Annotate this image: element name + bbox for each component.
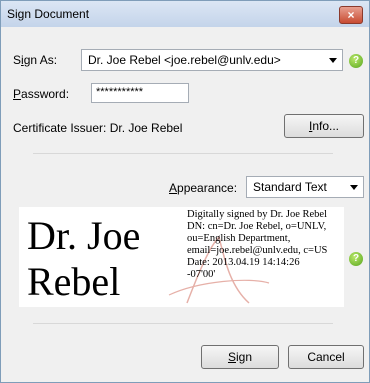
signature-detail-line: email=joe.rebel@unlv.edu, c=US <box>187 245 328 256</box>
signature-details: Digitally signed by Dr. Joe Rebel DN: cn… <box>187 209 343 281</box>
signature-detail-line: ou=English Department, <box>187 233 291 244</box>
signature-preview: Dr. Joe Rebel Digitally signed by Dr. Jo… <box>19 207 344 307</box>
sign-button-accelerator: S <box>227 350 236 364</box>
sign-document-dialog: Sign Document × Sign As: Dr. Joe Rebel <… <box>0 0 370 383</box>
appearance-label-accelerator: A <box>169 181 178 195</box>
appearance-label: Appearance: <box>169 181 237 195</box>
info-button[interactable]: Info... <box>284 114 364 138</box>
title-bar[interactable]: Sign Document × <box>1 1 369 27</box>
help-icon[interactable]: ? <box>349 252 363 266</box>
password-label-rest: assword: <box>21 87 70 101</box>
chevron-down-icon[interactable] <box>324 50 342 70</box>
sign-as-value: Dr. Joe Rebel <joe.rebel@unlv.edu> <box>88 53 281 67</box>
certificate-issuer-text: Certificate Issuer: Dr. Joe Rebel <box>13 121 183 135</box>
separator-bottom <box>33 323 333 324</box>
close-button[interactable]: × <box>339 6 363 24</box>
password-field[interactable]: *********** <box>91 83 189 103</box>
cancel-button[interactable]: Cancel <box>288 345 364 369</box>
sign-as-label: Sign As: <box>13 53 57 67</box>
chevron-down-icon[interactable] <box>345 177 363 197</box>
appearance-value: Standard Text <box>253 180 327 194</box>
appearance-select[interactable]: Standard Text <box>246 176 364 198</box>
signature-detail-line: DN: cn=Dr. Joe Rebel, o=UNLV, <box>187 221 327 232</box>
sign-button-label-rest: ign <box>236 350 253 364</box>
window-title: Sign Document <box>7 7 90 21</box>
help-icon[interactable]: ? <box>349 54 363 68</box>
signature-detail-line: -07'00' <box>187 269 216 280</box>
password-label-accelerator: P <box>13 87 22 101</box>
appearance-label-rest: ppearance: <box>177 181 238 195</box>
signer-name-line-1: Dr. Joe <box>27 213 141 258</box>
sign-as-label-prefix: S <box>13 53 22 67</box>
sign-as-select[interactable]: Dr. Joe Rebel <joe.rebel@unlv.edu> <box>81 49 343 71</box>
signature-detail-line: Digitally signed by Dr. Joe Rebel <box>187 209 327 220</box>
sign-as-label-rest: gn As: <box>23 53 58 67</box>
password-value: *********** <box>96 86 144 98</box>
signature-detail-line: Date: 2013.04.19 14:14:26 <box>187 257 300 268</box>
signer-name: Dr. Joe Rebel <box>27 213 187 305</box>
info-button-label-rest: nfo... <box>312 119 340 133</box>
separator-top <box>33 153 333 154</box>
sign-button[interactable]: Sign <box>201 345 279 369</box>
close-icon: × <box>347 8 355 22</box>
signer-name-line-2: Rebel <box>27 259 121 304</box>
password-label: Password: <box>13 87 69 101</box>
